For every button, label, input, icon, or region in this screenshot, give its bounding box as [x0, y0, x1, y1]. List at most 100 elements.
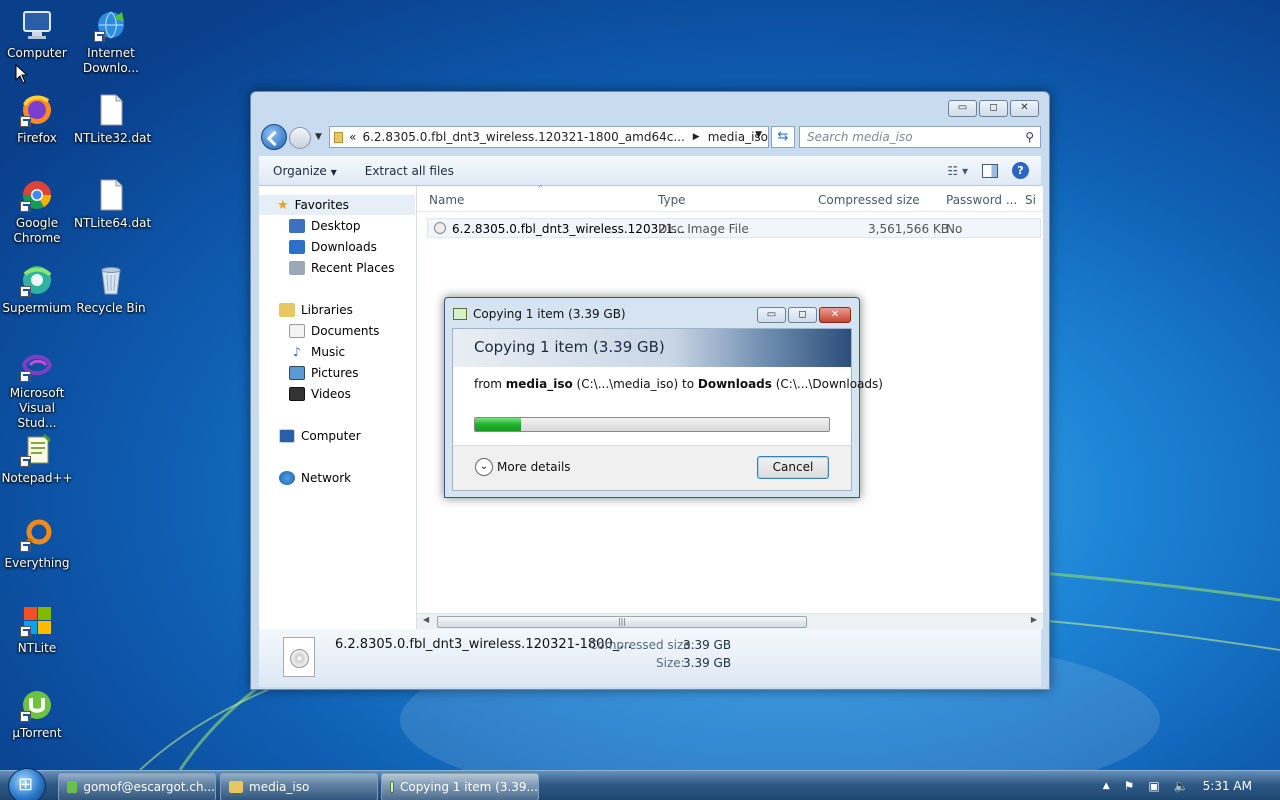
from-word: from	[474, 377, 502, 391]
breadcrumb-chevron-icon[interactable]: ▶	[693, 132, 700, 142]
nav-label: Network	[301, 471, 352, 485]
dialog-minimize-button[interactable]: ▭	[757, 307, 786, 323]
search-icon[interactable]: ⚲	[1025, 130, 1034, 144]
nav-label: Downloads	[311, 240, 377, 254]
column-header-name[interactable]: Name	[429, 193, 464, 207]
desktop-icon-ntlite32[interactable]: NTLite32.dat	[74, 93, 151, 146]
nav-label: Videos	[311, 387, 351, 401]
supermium-icon	[20, 263, 54, 297]
desktop-icon-notepad-plus-plus[interactable]: Notepad++	[0, 433, 74, 486]
minimize-button[interactable]: ▭	[948, 100, 977, 117]
column-header-size[interactable]: Si	[1025, 193, 1036, 207]
desktop-icon-utorrent[interactable]: µTorrent	[0, 688, 74, 741]
extract-all-button[interactable]: Extract all files	[351, 164, 468, 178]
desktop-icon-supermium[interactable]: Supermium	[0, 263, 74, 316]
horizontal-scrollbar[interactable]: ◀ ||| ▶	[417, 613, 1043, 629]
copy-source-destination: from media_iso (C:\...\media_iso) to Dow…	[474, 377, 883, 391]
taskbar-item-explorer[interactable]: media_iso	[220, 773, 378, 800]
address-bar[interactable]: « 6.2.8305.0.fbl_dnt3_wireless.120321-18…	[329, 126, 769, 148]
folder-icon	[334, 131, 344, 143]
desktop-icon-visual-studio[interactable]: Microsoft Visual Stud...	[0, 348, 74, 431]
dialog-title-bar: Copying 1 item (3.39 GB)	[453, 307, 626, 321]
breadcrumb-segment[interactable]: 6.2.8305.0.fbl_dnt3_wireless.120321-1800…	[362, 130, 684, 144]
desktop-icon-internet-download-manager[interactable]: Internet Downlo...	[74, 8, 148, 76]
recent-pages-dropdown[interactable]: ▼	[315, 132, 322, 142]
scrollbar-thumb[interactable]: |||	[437, 616, 807, 628]
maximize-button[interactable]: ◻	[979, 100, 1008, 117]
nav-recent-places[interactable]: Recent Places	[259, 258, 415, 278]
path-prefix[interactable]: «	[349, 130, 356, 144]
nav-libraries[interactable]: Libraries	[259, 300, 415, 320]
visual-studio-icon	[20, 348, 54, 382]
preview-pane-icon[interactable]	[982, 163, 998, 178]
address-dropdown-icon[interactable]: ▼	[755, 130, 762, 140]
desktop-icon-firefox[interactable]: Firefox	[0, 93, 74, 146]
taskbar-item-messenger[interactable]: gomof@escargot.ch...	[58, 773, 216, 800]
desktop-icon-ntlite64[interactable]: NTLite64.dat	[74, 178, 152, 231]
nav-favorites[interactable]: ★ Favorites	[259, 195, 415, 215]
nav-desktop[interactable]: Desktop	[259, 216, 415, 236]
scroll-left-icon[interactable]: ◀	[423, 615, 429, 624]
organize-label: Organize	[273, 163, 327, 178]
nav-pictures[interactable]: Pictures	[259, 363, 415, 383]
view-options-icon[interactable]: ☷ ▾	[947, 164, 968, 178]
back-button[interactable]	[261, 124, 287, 150]
desktop-icon-label: µTorrent	[12, 726, 62, 740]
close-button[interactable]: ✕	[1010, 100, 1039, 117]
show-hidden-icons-icon[interactable]: ▲	[1103, 781, 1110, 791]
nav-music[interactable]: ♪ Music	[259, 342, 415, 362]
search-input[interactable]: Search media_iso ⚲	[799, 126, 1041, 148]
notepad-plus-plus-icon	[20, 433, 54, 467]
dialog-title: Copying 1 item (3.39 GB)	[473, 307, 626, 321]
extract-label: Extract all files	[364, 163, 454, 178]
help-icon[interactable]: ?	[1012, 162, 1029, 179]
more-details-button[interactable]: ⌄ More details	[475, 458, 571, 476]
organize-button[interactable]: Organize ▼	[259, 164, 351, 178]
refresh-button[interactable]: ⇆	[771, 126, 795, 148]
nav-network[interactable]: Network	[259, 468, 415, 488]
nav-documents[interactable]: Documents	[259, 321, 415, 341]
desktop-icon-label: Internet Downlo...	[83, 46, 139, 75]
file-type: Disc Image File	[658, 222, 749, 236]
start-button[interactable]	[8, 768, 46, 800]
desktop-icon-label: Google Chrome	[13, 216, 61, 245]
forward-button[interactable]	[289, 127, 311, 149]
dialog-footer: ⌄ More details Cancel	[453, 445, 851, 490]
desktop-icon-label: Everything	[4, 556, 70, 570]
folder-icon	[229, 781, 243, 793]
desktop-icon-chrome[interactable]: Google Chrome	[0, 178, 74, 246]
network-status-icon[interactable]: ▣	[1148, 779, 1159, 793]
scroll-right-icon[interactable]: ▶	[1031, 615, 1037, 624]
column-header-compressed[interactable]: Compressed size	[818, 193, 920, 207]
nav-computer[interactable]: Computer	[259, 426, 415, 446]
messenger-icon	[67, 781, 78, 793]
desktop-icon-recycle-bin[interactable]: Recycle Bin	[74, 263, 148, 316]
cancel-button[interactable]: Cancel	[757, 456, 829, 479]
desktop-icon-ntlite[interactable]: NTLite	[0, 603, 74, 656]
copy-icon	[390, 781, 394, 793]
desktop-icon-label: NTLite64.dat	[74, 216, 152, 230]
dialog-maximize-button[interactable]: ◻	[788, 307, 817, 323]
nav-label: Recent Places	[311, 261, 395, 275]
destination-name[interactable]: Downloads	[698, 377, 772, 391]
copy-progress-bar	[474, 417, 830, 432]
nav-downloads[interactable]: Downloads	[259, 237, 415, 257]
action-center-flag-icon[interactable]: ⚑	[1124, 779, 1135, 793]
taskbar-item-copy-dialog[interactable]: Copying 1 item (3.39...	[381, 773, 539, 800]
dialog-close-button[interactable]: ✕	[819, 307, 851, 323]
compressed-size-label: Compressed size:	[589, 638, 695, 652]
chevron-down-icon: ⌄	[475, 458, 493, 476]
column-header-password[interactable]: Password ...	[946, 193, 1017, 207]
minimize-icon: ▭	[957, 102, 968, 113]
copy-progress-dialog[interactable]: Copying 1 item (3.39 GB) ▭ ◻ ✕ Copying 1…	[444, 297, 883, 498]
source-name[interactable]: media_iso	[506, 377, 573, 391]
column-headers: Name ^ Type Compressed size Password ...…	[417, 184, 1043, 212]
desktop-icon-everything[interactable]: Everything	[0, 518, 74, 571]
volume-muted-icon[interactable]: 🔈	[1174, 779, 1189, 793]
table-row[interactable]: 6.2.8305.0.fbl_dnt3_wireless.120321... D…	[427, 218, 1041, 238]
desktop-icon-computer[interactable]: Computer	[0, 8, 74, 61]
refresh-icon: ⇆	[777, 129, 789, 144]
nav-videos[interactable]: Videos	[259, 384, 415, 404]
clock[interactable]: 5:31 AM	[1203, 779, 1252, 793]
column-header-type[interactable]: Type	[658, 193, 686, 207]
